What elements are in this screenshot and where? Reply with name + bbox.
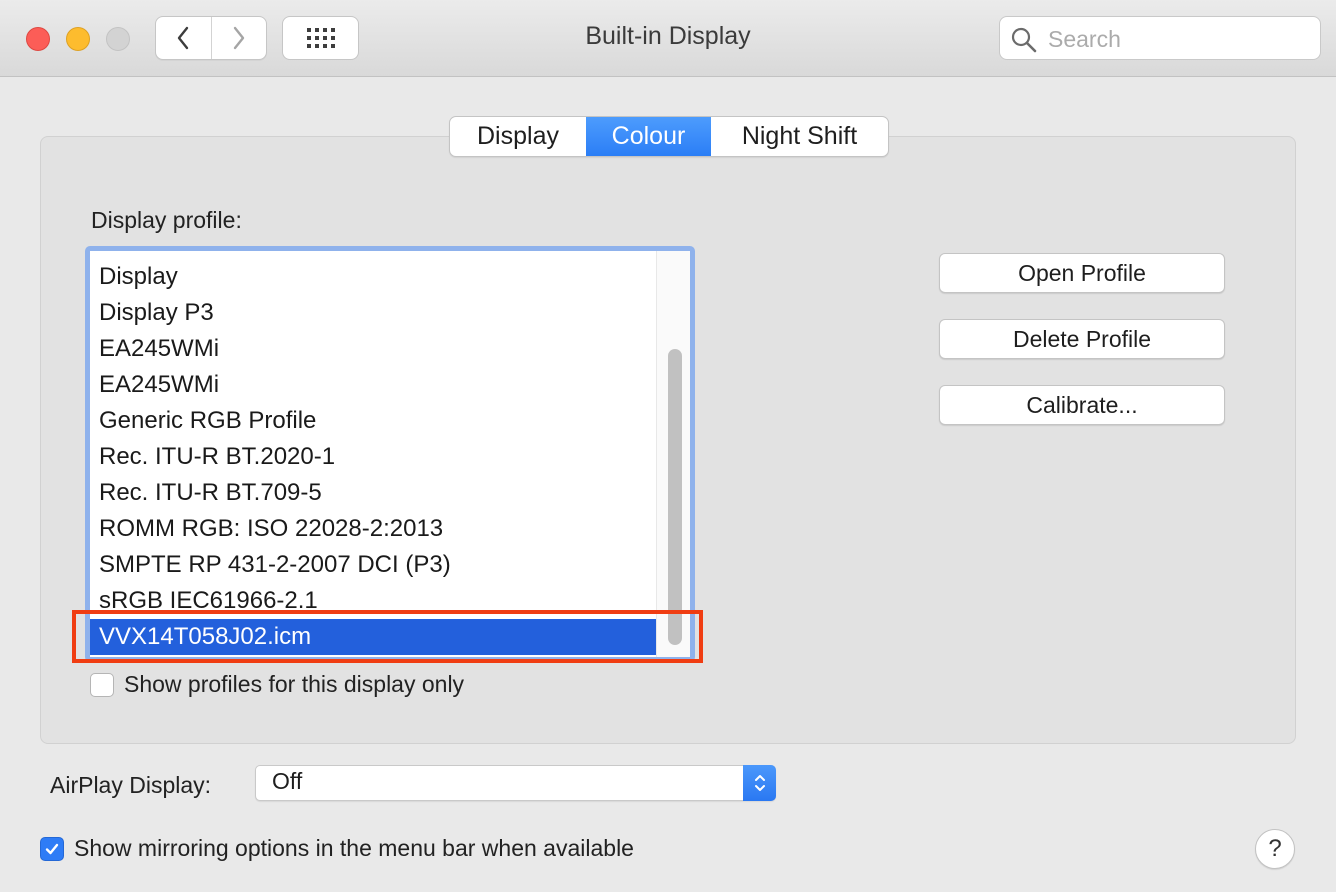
list-item[interactable]: Rec. ITU-R BT.2020-1 <box>90 439 662 475</box>
search-input[interactable] <box>1046 23 1310 55</box>
calibrate-button[interactable]: Calibrate... <box>939 385 1225 425</box>
mirroring-label[interactable]: Show mirroring options in the menu bar w… <box>74 835 634 862</box>
mirroring-checkbox[interactable] <box>40 836 64 861</box>
show-profiles-row: Show profiles for this display only <box>90 671 464 698</box>
show-profiles-label[interactable]: Show profiles for this display only <box>124 671 464 698</box>
list-item[interactable]: Generic RGB Profile <box>90 403 662 439</box>
list-item[interactable]: ROMM RGB: ISO 22028-2:2013 <box>90 511 662 547</box>
list-item[interactable]: EA245WMi <box>90 367 662 403</box>
profile-list-items: Display Display P3 EA245WMi EA245WMi Gen… <box>90 259 662 655</box>
tab-bar: Display Colour Night Shift <box>449 116 889 157</box>
title-bar: Built-in Display <box>0 0 1336 77</box>
checkmark-icon <box>45 843 59 854</box>
display-profile-list[interactable]: Display Display P3 EA245WMi EA245WMi Gen… <box>85 246 695 662</box>
list-item[interactable]: Rec. ITU-R BT.709-5 <box>90 475 662 511</box>
list-item[interactable]: SMPTE RP 431-2-2007 DCI (P3) <box>90 547 662 583</box>
airplay-display-label: AirPlay Display: <box>50 772 212 798</box>
tab-colour[interactable]: Colour <box>586 117 711 156</box>
list-scrollbar[interactable] <box>656 251 690 657</box>
list-item[interactable]: sRGB IEC61966-2.1 <box>90 583 662 619</box>
select-stepper[interactable] <box>743 765 776 801</box>
open-profile-button[interactable]: Open Profile <box>939 253 1225 293</box>
list-item[interactable]: Display P3 <box>90 295 662 331</box>
scrollbar-thumb[interactable] <box>668 349 682 645</box>
display-profile-label: Display profile: <box>91 207 242 233</box>
list-item[interactable]: EA245WMi <box>90 331 662 367</box>
airplay-display-value: Off <box>272 768 303 794</box>
tab-display[interactable]: Display <box>450 117 586 156</box>
search-icon <box>1011 27 1037 53</box>
tab-night-shift[interactable]: Night Shift <box>711 117 888 156</box>
mirroring-row: Show mirroring options in the menu bar w… <box>40 835 634 862</box>
delete-profile-button[interactable]: Delete Profile <box>939 319 1225 359</box>
airplay-display-select[interactable]: Off <box>255 765 776 801</box>
search-field[interactable] <box>999 16 1321 60</box>
help-button[interactable]: ? <box>1255 829 1295 869</box>
show-profiles-checkbox[interactable] <box>90 672 114 697</box>
chevron-up-down-icon <box>754 775 765 791</box>
list-item-selected[interactable]: VVX14T058J02.icm <box>90 619 662 655</box>
list-item[interactable]: Display <box>90 259 662 295</box>
